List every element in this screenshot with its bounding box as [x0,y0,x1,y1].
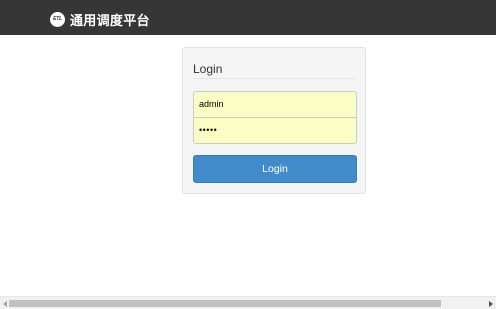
app-title: 通用调度平台 [70,13,150,29]
username-input[interactable]: admin [193,91,357,118]
login-button[interactable]: Login [193,155,357,183]
login-panel-title: Login [193,62,223,76]
scroll-right-arrow-icon[interactable] [486,299,495,308]
panel-divider [193,78,356,79]
login-panel: Login admin ••••• Login [182,47,366,194]
etl-logo-icon: ETL [50,11,65,27]
password-input[interactable]: ••••• [193,117,357,144]
horizontal-scrollbar[interactable] [0,296,496,309]
brand[interactable]: ETL 通用调度平台 [50,10,150,29]
scrollbar-thumb[interactable] [9,300,441,307]
top-navbar: ETL 通用调度平台 [0,0,496,35]
